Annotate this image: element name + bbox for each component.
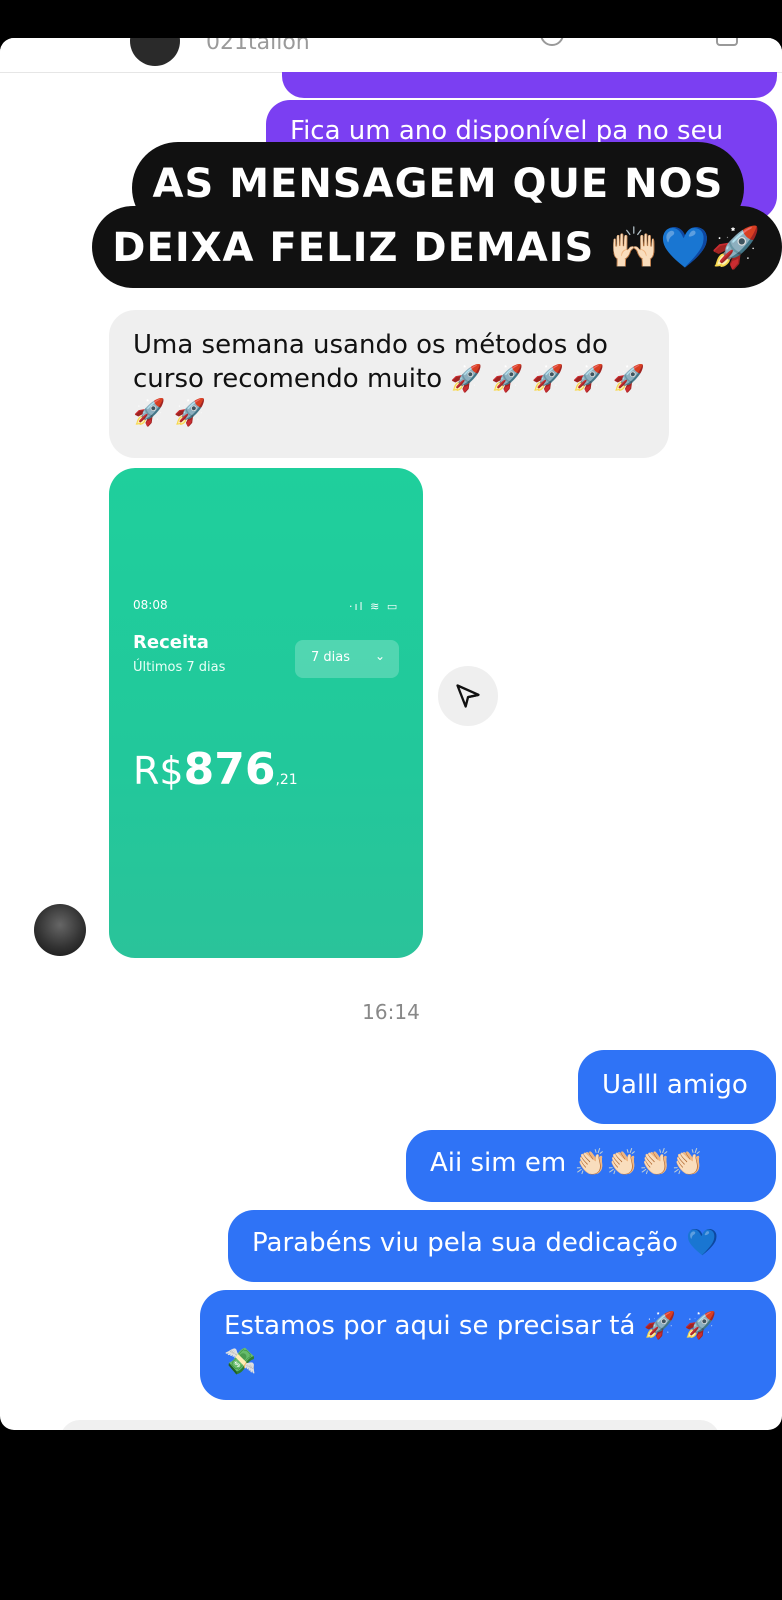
- outgoing-bubble-partial: [282, 72, 777, 98]
- chat-header: 021tallon: [0, 38, 782, 73]
- outgoing-message[interactable]: Parabéns viu pela sua dedicação 💙: [228, 1210, 776, 1282]
- period-select-label: 7 dias: [311, 650, 351, 665]
- outgoing-message[interactable]: Aii sim em 👏🏻👏🏻👏🏻👏🏻: [406, 1130, 776, 1202]
- outgoing-message-text: Aii sim em 👏🏻👏🏻👏🏻👏🏻: [430, 1148, 704, 1178]
- contact-name[interactable]: 021tallon: [206, 38, 310, 55]
- send-icon: [456, 684, 480, 708]
- share-button[interactable]: [438, 666, 498, 726]
- overlay-caption-text-1: AS MENSAGEM QUE NOS: [152, 161, 724, 207]
- chat-screen: 021tallon Fica um ano disponível pa no s…: [0, 38, 782, 1430]
- revenue-title: Receita: [133, 632, 209, 653]
- incoming-message-text: Uma semana usando os métodos do curso re…: [133, 330, 646, 428]
- message-composer[interactable]: [60, 1420, 720, 1430]
- period-select: 7 dias ⌄: [295, 640, 399, 678]
- revenue-amount: R$876,21: [133, 744, 298, 795]
- payment-screenshot-image[interactable]: 08:08 ·ıl ≋ ▭ Receita Últimos 7 dias 7 d…: [109, 468, 423, 958]
- phone-time: 08:08: [133, 598, 168, 612]
- revenue-subtitle: Últimos 7 dias: [133, 660, 226, 675]
- message-timestamp: 16:14: [362, 1000, 420, 1024]
- contact-avatar[interactable]: [130, 38, 180, 66]
- outgoing-message-text: Parabéns viu pela sua dedicação 💙: [252, 1228, 719, 1258]
- outgoing-message-text: Estamos por aqui se precisar tá 🚀 🚀 💸: [224, 1311, 717, 1377]
- outgoing-message[interactable]: Estamos por aqui se precisar tá 🚀 🚀 💸: [200, 1290, 776, 1400]
- video-icon[interactable]: [716, 38, 738, 46]
- call-icon[interactable]: [540, 38, 564, 46]
- outgoing-message-text: Ualll amigo: [602, 1070, 748, 1100]
- overlay-caption-line-2: DEIXA FELIZ DEMAIS 🙌🏻💙🚀: [92, 206, 782, 288]
- amount-value: 876: [183, 744, 276, 795]
- overlay-caption-text-2: DEIXA FELIZ DEMAIS 🙌🏻💙🚀: [112, 225, 762, 271]
- outgoing-message[interactable]: Ualll amigo: [578, 1050, 776, 1124]
- amount-cents: ,21: [275, 772, 298, 788]
- sender-avatar[interactable]: [34, 904, 86, 956]
- incoming-message[interactable]: Uma semana usando os métodos do curso re…: [109, 310, 669, 458]
- currency-symbol: R$: [133, 749, 184, 793]
- phone-status-icons: ·ıl ≋ ▭: [349, 600, 400, 613]
- chevron-down-icon: ⌄: [374, 649, 385, 663]
